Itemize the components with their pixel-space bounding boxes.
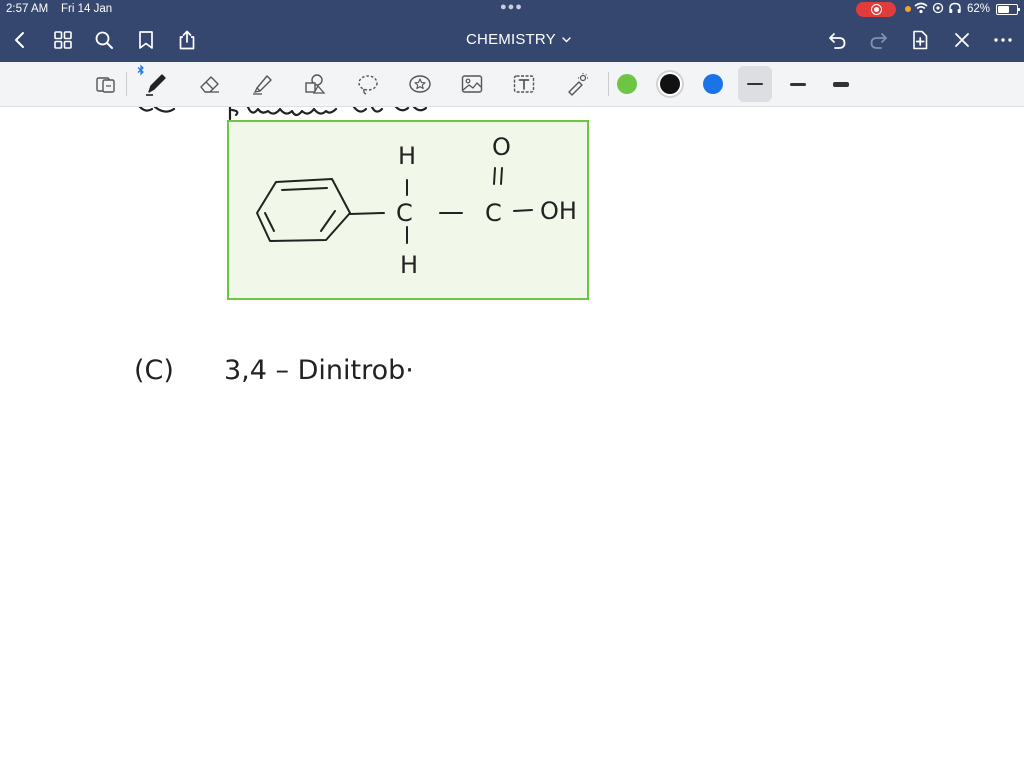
ring-carbon-bond — [349, 212, 385, 215]
status-time: 2:57 AM — [6, 3, 49, 15]
toolbar-divider — [608, 72, 609, 96]
note-canvas[interactable]: H C H O C OH (C) 3,4 – Dinitrob· — [0, 107, 1024, 768]
redo-icon[interactable] — [865, 26, 893, 54]
headphones-icon — [948, 2, 962, 17]
star-sticker-icon — [409, 75, 431, 93]
wifi-icon — [914, 2, 928, 17]
lasso-icon — [358, 75, 378, 95]
toolbar-divider — [126, 72, 127, 96]
stroke-medium-line — [790, 82, 806, 86]
color-black-swatch[interactable] — [660, 74, 680, 94]
lasso-select-tool[interactable] — [353, 69, 383, 99]
top-hydrogen-label: H — [398, 142, 416, 170]
carbonyl-oxygen-label: O — [492, 133, 511, 161]
text-tool[interactable] — [509, 69, 539, 99]
back-icon[interactable] — [6, 26, 34, 54]
record-indicator-icon[interactable] — [856, 2, 896, 17]
search-icon[interactable] — [90, 26, 118, 54]
stroke-thin-button[interactable] — [738, 66, 772, 102]
ch2-carbon-label: C — [396, 199, 413, 227]
bookmark-icon[interactable] — [132, 26, 160, 54]
heading-fragment-strokes — [138, 107, 428, 121]
eraser-tool[interactable] — [195, 69, 225, 99]
battery-percentage: 62% — [967, 3, 991, 15]
color-blue-swatch[interactable] — [703, 74, 723, 94]
color-green-swatch[interactable] — [617, 74, 637, 94]
image-tool[interactable] — [457, 69, 487, 99]
bluetooth-icon — [135, 64, 147, 76]
close-icon[interactable] — [948, 26, 976, 54]
text-box-icon — [513, 75, 535, 93]
drawing-toolbar — [0, 62, 1024, 107]
battery-icon — [996, 4, 1020, 15]
laser-pointer-icon — [568, 73, 588, 96]
highlighter-tool[interactable] — [248, 69, 278, 99]
navigation-bar: CHEMISTRY — [0, 22, 1024, 60]
location-icon — [932, 2, 944, 17]
item-c-text: 3,4 – Dinitrob· — [224, 355, 414, 386]
stroke-thick-line — [833, 81, 849, 87]
stroke-medium-button[interactable] — [781, 66, 815, 102]
add-page-icon[interactable] — [906, 26, 934, 54]
stroke-thin-line — [747, 83, 763, 85]
stroke-thick-button[interactable] — [824, 66, 858, 102]
acid-carbon-label: C — [485, 199, 502, 227]
item-c-line: (C) 3,4 – Dinitrob· — [134, 355, 414, 386]
read-mode-icon — [96, 77, 115, 93]
document-title[interactable]: CHEMISTRY — [466, 31, 571, 48]
lasso-tool[interactable] — [91, 69, 121, 99]
highlighter-icon — [253, 75, 272, 95]
bottom-hydrogen-label: H — [400, 251, 418, 279]
sticker-tool[interactable] — [405, 69, 435, 99]
document-title-text: CHEMISTRY — [466, 31, 556, 48]
eraser-icon — [200, 76, 219, 93]
carbon-hydroxyl-bond — [513, 209, 533, 212]
status-bar: 2:57 AM Fri 14 Jan ●●● 62% — [0, 0, 1024, 20]
laser-pointer-tool[interactable] — [562, 69, 592, 99]
shapes-icon — [305, 74, 326, 94]
grid-icon[interactable] — [49, 26, 77, 54]
item-c-label: (C) — [134, 355, 174, 386]
multitasking-dots-icon[interactable]: ●●● — [500, 1, 523, 13]
app-header: 2:57 AM Fri 14 Jan ●●● 62% CHEMISTRY — [0, 0, 1024, 62]
microphone-indicator-icon — [905, 6, 911, 12]
status-date: Fri 14 Jan — [61, 3, 113, 15]
undo-icon[interactable] — [823, 26, 851, 54]
image-icon — [461, 75, 483, 93]
shapes-tool[interactable] — [300, 69, 330, 99]
more-icon[interactable] — [989, 26, 1017, 54]
chevron-down-icon — [562, 36, 571, 42]
hydroxyl-label: OH — [540, 197, 577, 225]
share-icon[interactable] — [173, 26, 201, 54]
handwriting-layer: H C H O C OH (C) 3,4 – Dinitrob· — [134, 107, 589, 386]
